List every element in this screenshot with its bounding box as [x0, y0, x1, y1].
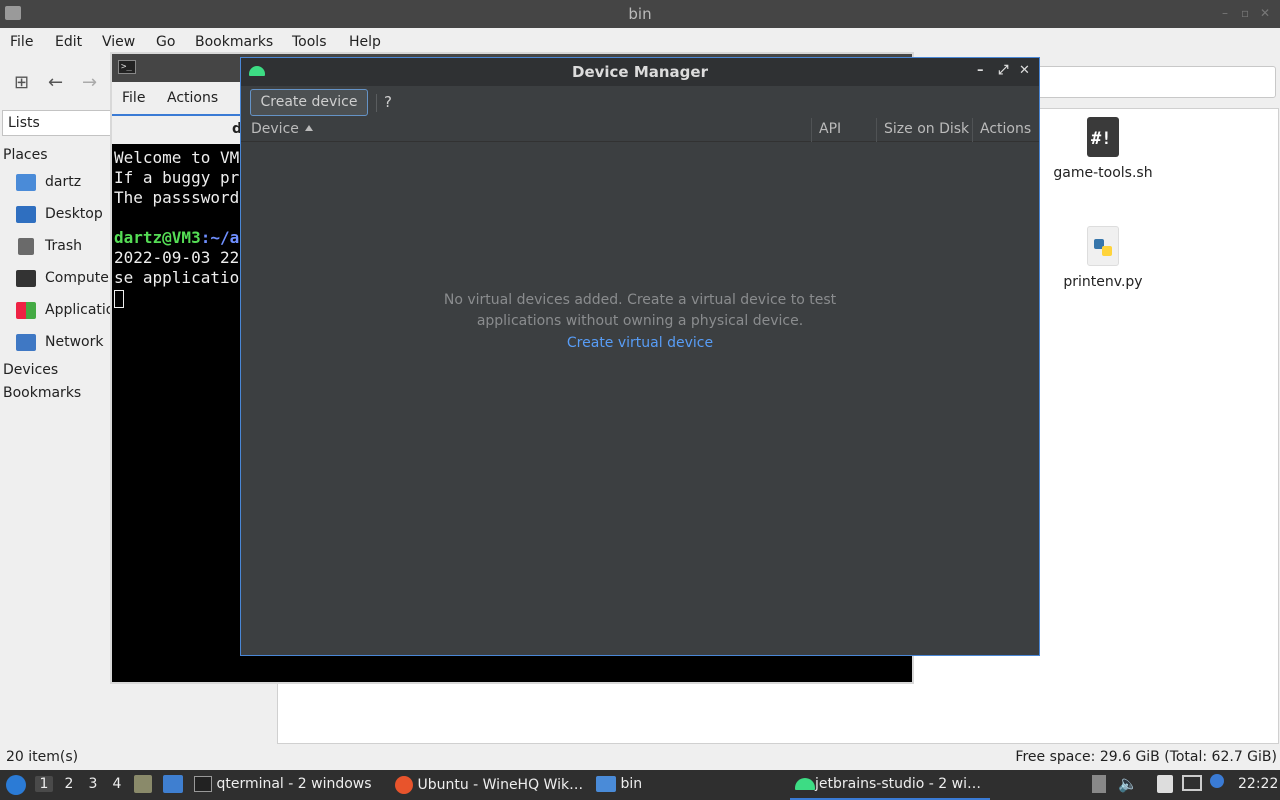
side-pane: Lists Places dartz Desktop Trash Compute…	[0, 108, 112, 748]
minimize-icon[interactable]: –	[977, 63, 984, 78]
free-space: Free space: 29.6 GiB (Total: 62.7 GiB)	[1015, 749, 1277, 765]
home-icon	[16, 174, 36, 191]
clock[interactable]: 22:22	[1238, 776, 1278, 792]
file-item[interactable]: printenv.py	[1043, 226, 1163, 290]
device-manager-toolbar: Create device ?	[241, 86, 1039, 118]
sidebar-item-computer[interactable]: Computer	[16, 267, 112, 291]
workspace-3[interactable]: 3	[84, 776, 102, 792]
network-icon	[16, 334, 36, 351]
device-manager-window[interactable]: Device Manager – ⤢ ✕ Create device ? Dev…	[240, 57, 1040, 656]
task-bin[interactable]: bin	[596, 776, 642, 792]
bookmarks-header[interactable]: Bookmarks	[3, 385, 81, 401]
devices-header[interactable]: Devices	[3, 362, 58, 378]
empty-state-line: No virtual devices added. Create a virtu…	[443, 292, 837, 308]
new-tab-icon[interactable]: ⊞	[14, 72, 29, 93]
close-icon[interactable]: ✕	[1260, 6, 1270, 20]
item-count: 20 item(s)	[6, 749, 79, 765]
toolbar-separator	[376, 94, 377, 112]
sidebar-item-network[interactable]: Network	[16, 331, 112, 355]
column-actions[interactable]: Actions	[980, 121, 1031, 137]
workspace-1[interactable]: 1	[35, 776, 53, 792]
terminal-menu-actions[interactable]: Actions	[167, 90, 218, 106]
menu-help[interactable]: Help	[349, 34, 381, 50]
computer-icon	[16, 270, 36, 287]
window-title: bin	[628, 5, 652, 23]
workspace-4[interactable]: 4	[108, 776, 126, 792]
create-device-button[interactable]: Create device	[250, 89, 368, 116]
prompt-path: :~/a	[200, 228, 240, 247]
column-api[interactable]: API	[819, 121, 841, 137]
device-manager-title: Device Manager	[572, 63, 708, 81]
menu-tools[interactable]: Tools	[292, 34, 327, 50]
maximize-icon[interactable]: ⤢	[998, 63, 1008, 78]
clipboard-icon[interactable]	[1157, 775, 1173, 793]
terminal-icon: >_	[118, 60, 136, 74]
maximize-icon[interactable]: ▫	[1241, 6, 1249, 20]
empty-state-message: No virtual devices added. Create a virtu…	[241, 290, 1039, 332]
android-icon	[795, 778, 815, 790]
file-manager-titlebar: bin – ▫ ✕	[0, 0, 1280, 28]
folder-icon	[596, 776, 616, 792]
menu-bookmarks[interactable]: Bookmarks	[195, 34, 273, 50]
terminal-menu-file[interactable]: File	[122, 90, 145, 106]
task-firefox[interactable]: Ubuntu - WineHQ Wik…	[395, 776, 583, 794]
places-header[interactable]: Places	[3, 147, 48, 163]
close-icon[interactable]: ✕	[1019, 63, 1030, 78]
column-divider[interactable]	[811, 118, 812, 142]
file-manager-launcher-icon[interactable]	[134, 775, 152, 793]
menu-view[interactable]: View	[102, 34, 135, 50]
column-divider[interactable]	[876, 118, 877, 142]
create-virtual-device-link[interactable]: Create virtual device	[241, 335, 1039, 351]
menu-go[interactable]: Go	[156, 34, 175, 50]
terminal-icon	[194, 776, 212, 792]
column-divider[interactable]	[972, 118, 973, 142]
desktop-launcher-icon[interactable]	[163, 775, 183, 793]
file-name: game-tools.sh	[1053, 165, 1153, 181]
update-notifier-icon[interactable]	[1210, 773, 1224, 789]
tray-eject-icon[interactable]	[1092, 775, 1106, 793]
file-item[interactable]: #! game-tools.sh	[1043, 117, 1163, 181]
task-qterminal[interactable]: qterminal - 2 windows	[194, 776, 372, 792]
start-menu-icon[interactable]	[6, 775, 26, 795]
menu-file[interactable]: File	[10, 34, 33, 50]
status-bar: 20 item(s) Free space: 29.6 GiB (Total: …	[0, 748, 1280, 768]
volume-icon[interactable]: 🔈	[1118, 774, 1138, 793]
python-file-icon	[1087, 226, 1119, 266]
device-manager-titlebar[interactable]: Device Manager – ⤢ ✕	[241, 58, 1039, 86]
forward-icon[interactable]: →	[82, 72, 97, 93]
side-pane-mode-select[interactable]: Lists	[2, 110, 112, 136]
sidebar-item-dartz[interactable]: dartz	[16, 171, 112, 195]
menu-edit[interactable]: Edit	[55, 34, 82, 50]
sidebar-item-trash[interactable]: Trash	[16, 235, 112, 259]
workspace-2[interactable]: 2	[60, 776, 78, 792]
minimize-icon[interactable]: –	[1222, 6, 1228, 20]
task-jetbrains-studio[interactable]: jetbrains-studio - 2 wi…	[795, 776, 981, 792]
sidebar-item-applications[interactable]: Applications	[16, 299, 112, 323]
help-button[interactable]: ?	[384, 93, 398, 111]
sidebar-item-desktop[interactable]: Desktop	[16, 203, 112, 227]
desktop-icon	[16, 206, 36, 223]
device-table-header: Device API Size on Disk Actions	[241, 118, 1039, 142]
sort-ascending-icon	[304, 125, 313, 131]
terminal-cursor	[114, 289, 124, 308]
column-size-on-disk[interactable]: Size on Disk	[884, 121, 969, 137]
path-bar[interactable]	[1036, 66, 1276, 98]
column-device[interactable]: Device	[251, 121, 313, 137]
back-icon[interactable]: ←	[48, 72, 63, 93]
file-name: printenv.py	[1063, 274, 1143, 290]
applications-icon	[16, 302, 36, 319]
network-tray-icon[interactable]	[1182, 775, 1202, 791]
prompt-user: dartz@VM3	[114, 228, 201, 247]
taskbar: 1 2 3 4 qterminal - 2 windows Ubuntu - W…	[0, 770, 1280, 800]
empty-state-line: applications without owning a physical d…	[476, 313, 804, 329]
firefox-icon	[395, 776, 413, 794]
shell-script-icon: #!	[1087, 117, 1119, 157]
trash-icon	[18, 238, 34, 255]
